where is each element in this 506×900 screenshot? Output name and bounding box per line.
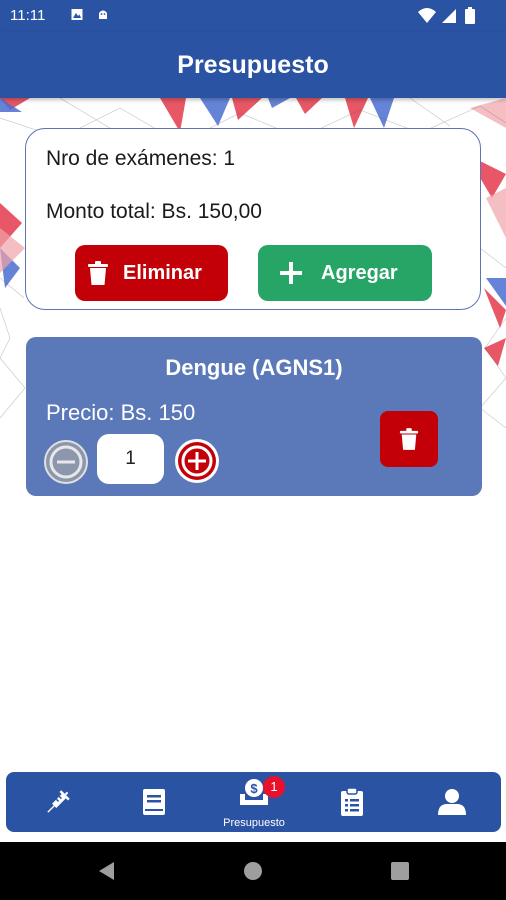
cart-count-badge: 1 (263, 776, 285, 798)
bottom-nav: $ Presupuesto (6, 772, 501, 832)
status-bar: 11:11 (0, 0, 506, 32)
system-nav-bar (0, 842, 506, 900)
increase-quantity-button[interactable] (175, 439, 219, 483)
summary-card: Nro de exámenes: 1 Monto total: Bs. 150,… (25, 128, 481, 310)
delete-button-label: Eliminar (123, 261, 202, 284)
gallery-icon (71, 8, 83, 21)
nav-item-profile[interactable] (422, 772, 482, 832)
plus-circle-icon (178, 442, 216, 480)
user-icon (438, 789, 466, 815)
home-icon[interactable] (243, 861, 263, 881)
item-price: Precio: Bs. 150 (46, 400, 196, 425)
list-item: Dengue (AGNS1) Precio: Bs. 150 1 (26, 337, 482, 496)
nav-item-vaccines[interactable] (28, 772, 88, 832)
android-debug-icon (97, 8, 109, 21)
trash-icon (88, 261, 108, 285)
signal-icon (442, 9, 456, 23)
remove-item-button[interactable] (380, 411, 438, 467)
plus-icon (280, 262, 302, 284)
battery-icon (465, 7, 475, 24)
page-title: Presupuesto (177, 51, 329, 79)
decrease-quantity-button[interactable] (44, 440, 88, 484)
nav-item-catalog[interactable] (124, 772, 184, 832)
nav-item-orders[interactable] (322, 772, 382, 832)
status-time: 11:11 (10, 7, 46, 24)
status-icons (416, 7, 496, 25)
item-name: Dengue (AGNS1) (165, 355, 343, 380)
back-icon[interactable] (97, 861, 115, 881)
add-button-label: Agregar (321, 261, 398, 284)
total-amount: Monto total: Bs. 150,00 (46, 200, 262, 223)
exam-count: Nro de exámenes: 1 (46, 147, 236, 170)
minus-circle-icon (49, 445, 83, 479)
syringe-icon (47, 790, 70, 813)
quantity-field[interactable]: 1 (97, 434, 164, 484)
clipboard-icon (341, 788, 363, 816)
trash-icon (399, 428, 419, 450)
app-bar: Presupuesto (0, 32, 506, 98)
svg-text:$: $ (250, 781, 258, 796)
add-button[interactable]: Agregar (258, 245, 432, 301)
wifi-icon (418, 8, 436, 23)
book-icon (143, 789, 165, 815)
nav-label-presupuesto: Presupuesto (223, 817, 285, 829)
recents-icon[interactable] (391, 862, 409, 880)
delete-all-button[interactable]: Eliminar (75, 245, 228, 301)
